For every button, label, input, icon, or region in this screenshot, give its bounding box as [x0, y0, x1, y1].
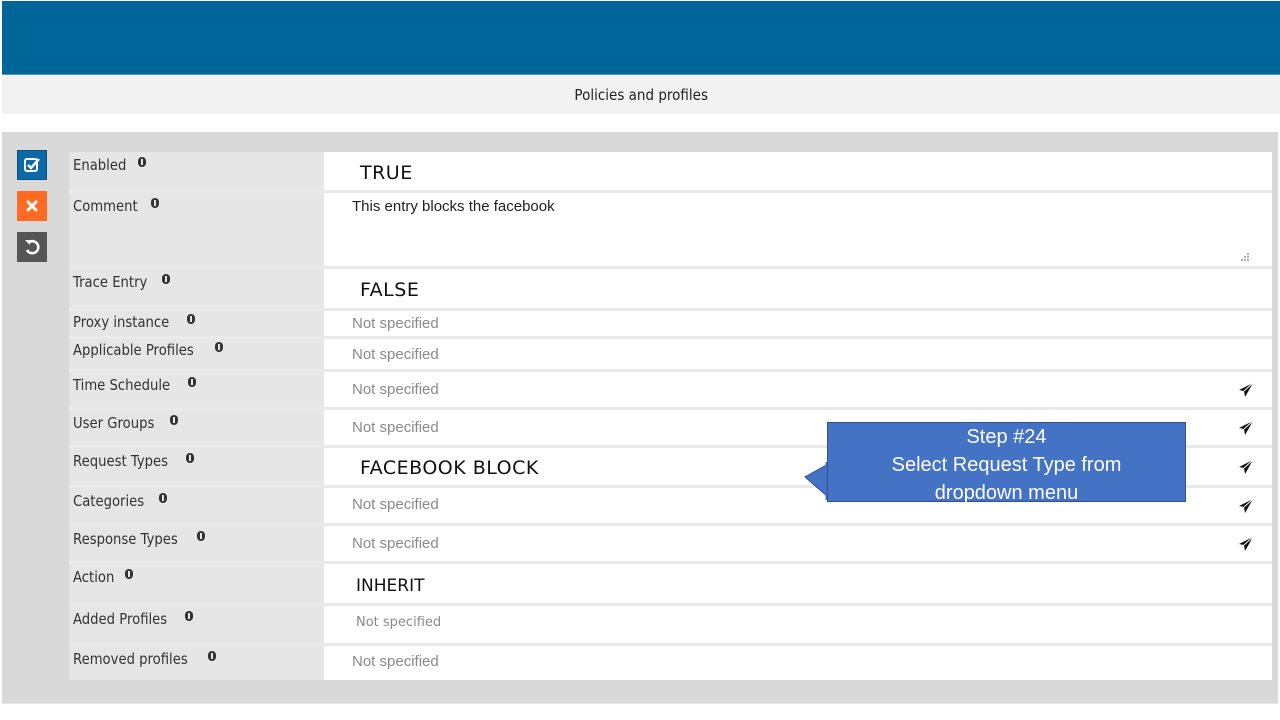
- field-label: Removed profiles: [73, 650, 188, 668]
- field-value: Not specified: [356, 615, 442, 630]
- field-label: Applicable Profiles: [73, 341, 194, 359]
- field-value: Not specified: [352, 653, 439, 670]
- send-icon[interactable]: [1238, 536, 1254, 552]
- time-schedule-select[interactable]: Not specified: [324, 372, 1272, 407]
- info-icon[interactable]: [185, 453, 194, 463]
- field-enabled: Enabled TRUE: [69, 152, 1272, 193]
- cancel-button[interactable]: [17, 191, 47, 221]
- info-icon[interactable]: [151, 198, 160, 208]
- callout-instruction: Select Request Type from: [891, 454, 1122, 476]
- field-action: Action INHERIT: [69, 564, 1272, 606]
- field-added-profiles: Added Profiles Not specified: [69, 606, 1272, 646]
- field-value: Not specified: [352, 535, 439, 552]
- field-label: Comment: [73, 197, 138, 215]
- info-icon[interactable]: [215, 342, 224, 352]
- app-header-bar: [2, 1, 1280, 75]
- field-label: Enabled: [73, 156, 127, 174]
- callout-step: Step #24: [966, 426, 1047, 448]
- save-button[interactable]: [17, 150, 47, 180]
- field-label: Added Profiles: [73, 610, 168, 628]
- resize-grip-icon[interactable]: [1240, 252, 1250, 262]
- callout-pointer: [804, 462, 829, 500]
- tutorial-callout: Step #24 Select Request Type from dropdo…: [827, 422, 1186, 504]
- checkbox-icon: [24, 158, 40, 172]
- send-icon[interactable]: [1238, 420, 1254, 436]
- action-select[interactable]: INHERIT: [324, 564, 1272, 603]
- field-time-schedule: Time Schedule Not specified: [69, 372, 1272, 410]
- side-action-toolbar: [17, 150, 49, 273]
- field-value: Not specified: [352, 496, 439, 513]
- policy-entry-form: Enabled TRUE Comment This entry blocks t…: [69, 152, 1272, 680]
- info-icon[interactable]: [187, 314, 196, 324]
- field-label: Request Types: [73, 452, 169, 470]
- applicable-profiles-select[interactable]: Not specified: [324, 339, 1272, 369]
- response-types-select[interactable]: Not specified: [324, 526, 1272, 561]
- proxy-instance-select[interactable]: Not specified: [324, 311, 1272, 336]
- field-label: Action: [73, 568, 115, 586]
- page-title: Policies and profiles: [574, 86, 708, 104]
- field-value: TRUE: [360, 162, 413, 184]
- field-value: This entry blocks the facebook: [352, 198, 555, 215]
- field-trace-entry: Trace Entry FALSE: [69, 269, 1272, 311]
- send-icon[interactable]: [1238, 382, 1254, 398]
- removed-profiles-select[interactable]: Not specified: [324, 646, 1272, 680]
- trace-entry-select[interactable]: FALSE: [324, 269, 1272, 308]
- send-icon[interactable]: [1238, 459, 1254, 475]
- send-icon[interactable]: [1238, 498, 1254, 514]
- field-label: Response Types: [73, 530, 178, 548]
- info-icon[interactable]: [196, 531, 205, 541]
- field-applicable-profiles: Applicable Profiles Not specified: [69, 339, 1272, 372]
- added-profiles-select[interactable]: Not specified: [324, 606, 1272, 643]
- info-icon[interactable]: [208, 651, 217, 661]
- field-value: Not specified: [352, 315, 439, 332]
- field-label: User Groups: [73, 414, 155, 432]
- info-icon[interactable]: [124, 569, 133, 579]
- callout-instruction-cont: dropdown menu: [934, 482, 1079, 504]
- field-comment: Comment This entry blocks the facebook: [69, 193, 1272, 269]
- reset-button[interactable]: [17, 232, 47, 262]
- comment-textarea[interactable]: This entry blocks the facebook: [324, 193, 1272, 266]
- field-label: Categories: [73, 492, 145, 510]
- field-value: Not specified: [352, 419, 439, 436]
- field-value: FALSE: [360, 279, 420, 301]
- field-response-types: Response Types Not specified: [69, 526, 1272, 564]
- field-value: FACEBOOK BLOCK: [360, 457, 539, 479]
- info-icon[interactable]: [162, 274, 171, 284]
- info-icon[interactable]: [188, 377, 197, 387]
- field-value: INHERIT: [356, 576, 425, 596]
- close-icon: [26, 200, 38, 212]
- field-label: Trace Entry: [73, 273, 148, 291]
- page-title-bar: Policies and profiles: [2, 76, 1280, 114]
- field-label: Time Schedule: [73, 376, 171, 394]
- info-icon[interactable]: [170, 415, 179, 425]
- info-icon[interactable]: [138, 157, 147, 167]
- field-value: Not specified: [352, 381, 439, 398]
- field-removed-profiles: Removed profiles Not specified: [69, 646, 1272, 680]
- info-icon[interactable]: [184, 611, 193, 621]
- undo-icon: [25, 239, 40, 255]
- enabled-select[interactable]: TRUE: [324, 152, 1272, 190]
- field-proxy-instance: Proxy instance Not specified: [69, 311, 1272, 339]
- info-icon[interactable]: [158, 493, 167, 503]
- field-label: Proxy instance: [73, 313, 170, 331]
- footer-strip: [2, 703, 1278, 720]
- field-value: Not specified: [352, 346, 439, 363]
